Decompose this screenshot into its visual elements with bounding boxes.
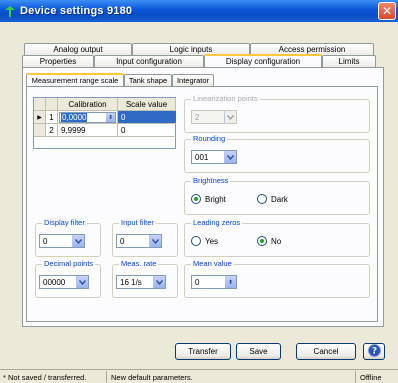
app-icon [4, 5, 16, 17]
mean-value-spinner[interactable]: 0 ⬍ [191, 275, 237, 289]
row-number: 2 [46, 124, 58, 137]
tab-label: Input configuration [116, 57, 182, 66]
inner-tab-integrator[interactable]: Integrator [172, 74, 214, 86]
linearization-points-select[interactable]: 2 [191, 110, 237, 124]
group-label: Meas. rate [119, 259, 159, 268]
radio-selected-icon [257, 236, 267, 246]
radio-unselected-icon [191, 236, 201, 246]
row-number: 1 [46, 111, 58, 124]
leading-zeros-yes-radio[interactable]: Yes [191, 236, 218, 246]
help-button[interactable]: ? [363, 343, 385, 360]
radio-label: Dark [271, 194, 288, 204]
tab-limits[interactable]: Limits [322, 55, 376, 67]
brightness-group: Brightness Bright Dark [184, 176, 370, 215]
calibration-cell[interactable]: 0,0000 ⬍ [58, 111, 118, 124]
display-filter-select[interactable]: 0 [39, 234, 85, 248]
rounding-group: Rounding 001 [184, 134, 370, 173]
scale-value-cell[interactable]: 0 [118, 124, 176, 137]
radio-selected-icon [191, 194, 201, 204]
title-bar: Device settings 9180 ✕ [0, 0, 398, 22]
leading-zeros-no-radio[interactable]: No [257, 236, 281, 246]
tab-properties[interactable]: Properties [22, 55, 94, 67]
spinner-value: 0 [195, 277, 200, 287]
tab-input-configuration[interactable]: Input configuration [94, 55, 204, 67]
inner-tab-measurement-range-scale[interactable]: Measurement range scale [26, 73, 124, 86]
chevron-down-icon[interactable] [149, 235, 161, 247]
group-label: Input filter [119, 218, 156, 227]
scale-table: Calibration Scale value ▶ 1 0,0000 ⬍ 0 2… [33, 97, 176, 149]
close-button[interactable]: ✕ [378, 2, 396, 20]
help-icon: ? [367, 344, 381, 359]
select-value: 001 [195, 152, 209, 162]
select-value: 2 [195, 112, 200, 122]
linearization-points-group: Linearization points 2 [184, 94, 370, 133]
transfer-button[interactable]: Transfer [175, 343, 231, 360]
meas-rate-select[interactable]: 16 1/s [116, 275, 166, 289]
input-filter-select[interactable]: 0 [116, 234, 162, 248]
chevron-down-icon[interactable] [72, 235, 84, 247]
tab-label: Tank shape [128, 76, 168, 85]
calibration-value[interactable]: 0,0000 [61, 113, 88, 122]
column-header-calibration: Calibration [58, 98, 118, 111]
radio-label: No [271, 236, 282, 246]
chevron-down-icon[interactable] [76, 276, 88, 288]
scale-value-cell[interactable]: 0 [118, 111, 176, 124]
meas-rate-group: Meas. rate 16 1/s [112, 259, 178, 298]
num-header [46, 98, 58, 111]
tab-analog-output[interactable]: Analog output [24, 43, 132, 55]
save-button[interactable]: Save [236, 343, 281, 360]
status-message: New default parameters. [108, 371, 356, 383]
group-label: Linearization points [191, 94, 260, 103]
decimal-points-group: Decimal points 00000 [35, 259, 101, 298]
tab-display-configuration[interactable]: Display configuration [204, 54, 322, 67]
input-filter-group: Input filter 0 [112, 218, 178, 257]
tab-label: Logic inputs [169, 45, 213, 54]
tab-label: Display configuration [225, 57, 301, 66]
brightness-bright-radio[interactable]: Bright [191, 194, 226, 204]
group-label: Leading zeros [191, 218, 243, 227]
row-header-corner [34, 98, 46, 111]
column-header-scale-value: Scale value [118, 98, 176, 111]
mean-value-group: Mean value 0 ⬍ [184, 259, 370, 298]
decimal-points-select[interactable]: 00000 [39, 275, 89, 289]
group-label: Decimal points [42, 259, 96, 268]
select-value: 0 [43, 236, 48, 246]
inner-tab-tank-shape[interactable]: Tank shape [124, 74, 172, 86]
select-value: 0 [120, 236, 125, 246]
tab-label: Limits [338, 57, 360, 66]
tab-label: Analog output [53, 45, 103, 54]
radio-label: Bright [205, 194, 226, 204]
tab-label: Access permission [278, 45, 346, 54]
group-label: Brightness [191, 176, 231, 185]
group-label: Rounding [191, 134, 228, 143]
cancel-button[interactable]: Cancel [296, 343, 356, 360]
leading-zeros-group: Leading zeros Yes No [184, 218, 370, 257]
chevron-down-icon[interactable] [224, 111, 236, 123]
tab-label: Measurement range scale [31, 76, 119, 85]
radio-unselected-icon [257, 194, 267, 204]
calibration-cell[interactable]: 9,9999 [58, 124, 118, 137]
select-value: 16 1/s [120, 277, 142, 287]
row-selector[interactable] [34, 124, 46, 137]
close-icon: ✕ [381, 4, 393, 18]
chevron-down-icon[interactable] [153, 276, 165, 288]
brightness-dark-radio[interactable]: Dark [257, 194, 288, 204]
spinner-icon[interactable]: ⬍ [106, 113, 115, 122]
save-status: * Not saved / transferred. [0, 371, 107, 383]
tab-label: Integrator [176, 76, 210, 85]
group-label: Mean value [191, 259, 234, 268]
svg-text:?: ? [371, 347, 376, 357]
display-filter-group: Display filter 0 [35, 218, 101, 257]
connection-status: Offline [360, 372, 382, 382]
tab-label: Properties [39, 57, 77, 66]
group-label: Display filter [42, 218, 87, 227]
radio-label: Yes [205, 236, 219, 246]
window-title: Device settings 9180 [20, 5, 133, 17]
status-bar: * Not saved / transferred. New default p… [0, 369, 398, 383]
rounding-select[interactable]: 001 [191, 150, 237, 164]
row-selector-icon[interactable]: ▶ [34, 111, 46, 124]
chevron-down-icon[interactable] [224, 151, 236, 163]
spinner-arrows-icon[interactable]: ⬍ [225, 276, 236, 288]
select-value: 00000 [43, 277, 66, 287]
